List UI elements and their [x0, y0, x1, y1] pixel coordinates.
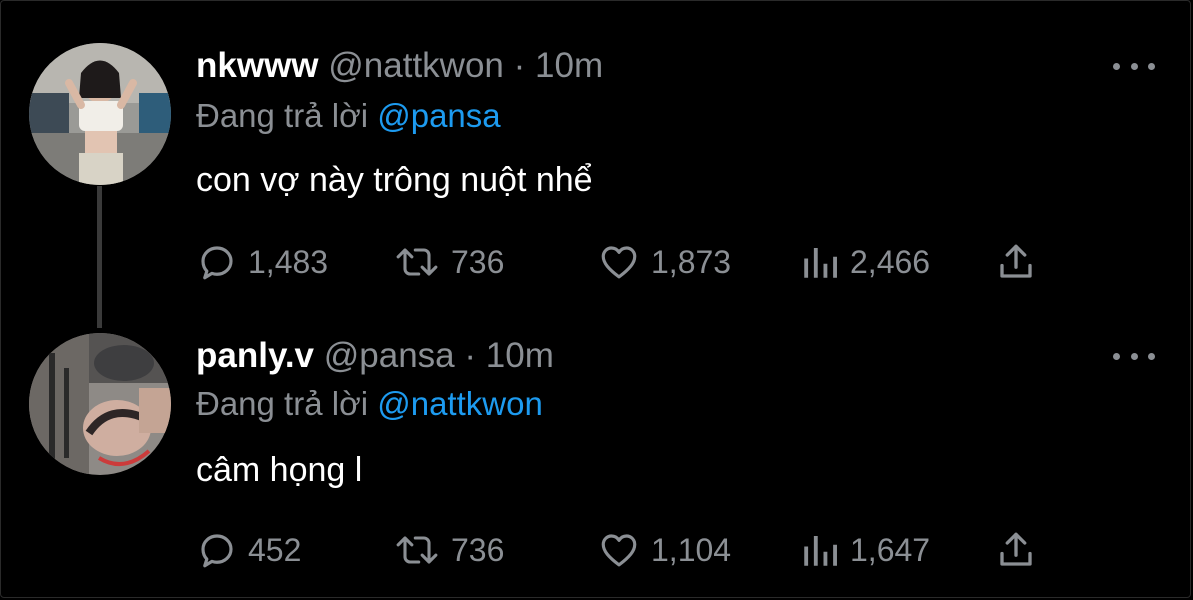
separator-dot: · — [513, 46, 526, 85]
separator-dot: · — [464, 336, 477, 375]
replying-label: Đang trả lời — [196, 97, 369, 134]
view-count: 2,466 — [850, 243, 931, 280]
reply-icon — [201, 246, 233, 280]
screenshot-frame — [0, 0, 1191, 598]
retweet-button[interactable]: 736 — [393, 528, 504, 572]
views-button[interactable]: 1,647 — [800, 528, 930, 572]
like-icon — [601, 246, 637, 279]
views-icon — [804, 248, 837, 278]
views-icon — [804, 536, 837, 566]
replying-to-line: Đang trả lời @nattkwon — [196, 384, 543, 424]
view-count: 1,647 — [850, 531, 931, 568]
like-button[interactable]: 1,104 — [597, 528, 731, 572]
tweet-text: con vợ này trông nuột nhể — [196, 161, 593, 199]
replying-mention-link[interactable]: @nattkwon — [377, 385, 543, 422]
reply-button[interactable]: 1,483 — [196, 240, 328, 284]
more-options-button[interactable] — [1113, 56, 1155, 76]
display-name[interactable]: panly.v — [196, 336, 314, 375]
avatar-nkwww[interactable] — [29, 43, 171, 185]
like-count: 1,873 — [651, 243, 732, 280]
retweet-button[interactable]: 736 — [393, 240, 504, 284]
replying-mention-link[interactable]: @pansa — [377, 97, 500, 134]
more-options-button[interactable] — [1113, 346, 1155, 366]
like-icon — [601, 534, 637, 567]
reply-count: 1,483 — [248, 243, 329, 280]
avatar-panly[interactable] — [29, 333, 171, 475]
tweet-text: câm họng l — [196, 451, 363, 489]
reply-count: 452 — [248, 531, 302, 568]
timestamp[interactable]: 10m — [535, 46, 603, 85]
retweet-count: 736 — [451, 531, 505, 568]
replying-to-line: Đang trả lời @pansa — [196, 96, 501, 136]
username-handle[interactable]: @pansa — [324, 336, 455, 375]
tweet-header: nkwww @nattkwon · 10m — [196, 46, 603, 86]
like-count: 1,104 — [651, 531, 732, 568]
share-icon — [1000, 532, 1032, 566]
reply-button[interactable]: 452 — [196, 528, 301, 572]
reply-icon — [201, 534, 233, 568]
replying-label: Đang trả lời — [196, 385, 369, 422]
like-button[interactable]: 1,873 — [597, 240, 731, 284]
tweet-action-bar: 1,483 736 1,873 2,466 — [0, 240, 1193, 284]
retweet-icon — [396, 536, 438, 564]
retweet-count: 736 — [451, 243, 505, 280]
share-button[interactable] — [995, 528, 1037, 572]
tweet-header: panly.v @pansa · 10m — [196, 336, 554, 376]
tweet-action-bar: 452 736 1,104 1,647 — [0, 528, 1193, 572]
views-button[interactable]: 2,466 — [800, 240, 930, 284]
timestamp[interactable]: 10m — [486, 336, 554, 375]
retweet-icon — [396, 248, 438, 276]
username-handle[interactable]: @nattkwon — [328, 46, 504, 85]
more-icon — [1113, 352, 1120, 360]
share-button[interactable] — [995, 240, 1037, 284]
more-icon — [1113, 62, 1120, 70]
share-icon — [1000, 244, 1032, 278]
display-name[interactable]: nkwww — [196, 46, 319, 85]
